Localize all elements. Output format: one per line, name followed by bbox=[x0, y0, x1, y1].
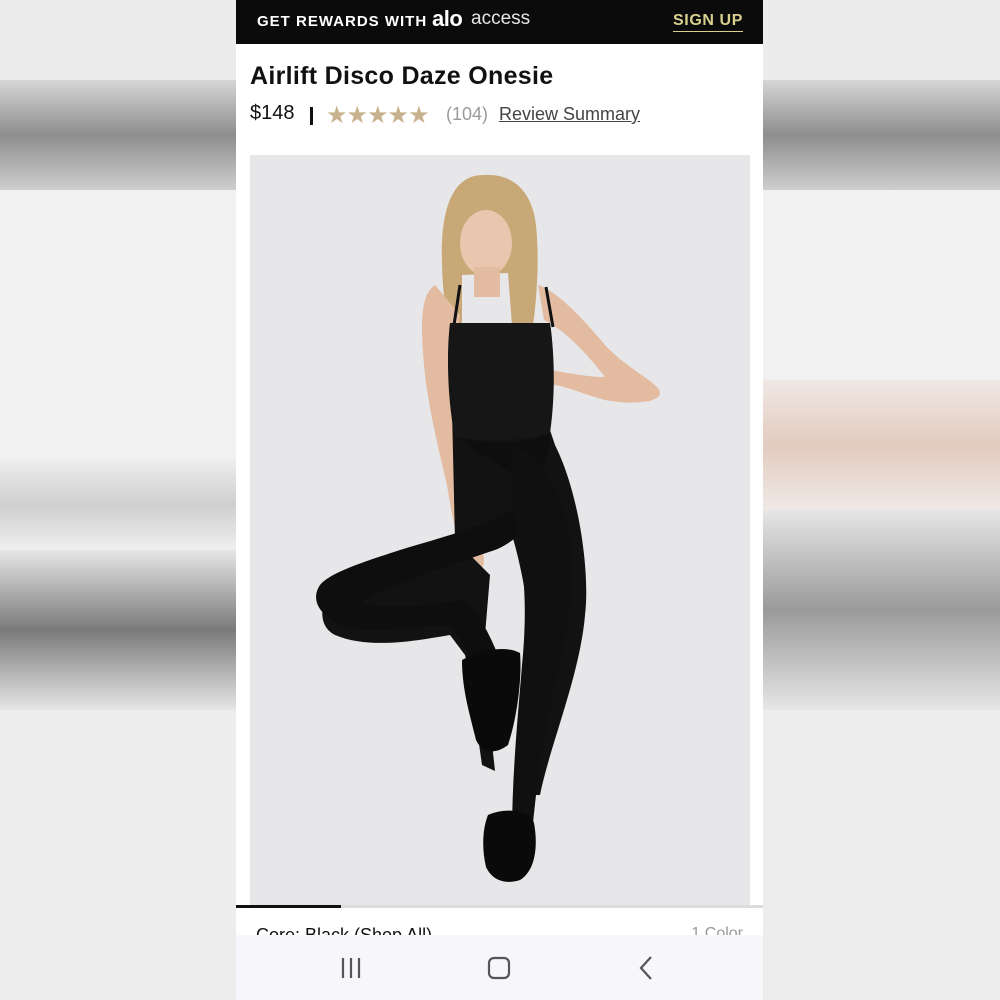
blurred-backdrop-left bbox=[0, 0, 236, 1000]
model-image bbox=[250, 155, 750, 906]
rewards-text: GET REWARDS WITH bbox=[257, 13, 428, 30]
blurred-backdrop-right bbox=[763, 0, 1000, 1000]
product-image[interactable] bbox=[250, 155, 750, 906]
alo-logo: alo bbox=[432, 6, 463, 31]
back-icon[interactable] bbox=[627, 953, 667, 983]
price-rating-row: $148 ★★★★★ (104) Review Summary bbox=[250, 102, 750, 130]
rating-stars-icon[interactable]: ★★★★★ bbox=[326, 101, 430, 130]
sign-up-link[interactable]: SIGN UP bbox=[673, 12, 743, 32]
recent-apps-icon[interactable] bbox=[331, 953, 371, 983]
android-nav-bar bbox=[236, 935, 763, 1000]
product-title: Airlift Disco Daze Onesie bbox=[250, 62, 554, 90]
review-summary-link[interactable]: Review Summary bbox=[499, 104, 640, 125]
access-logo: access bbox=[471, 8, 531, 29]
carousel-progress bbox=[236, 905, 763, 908]
rewards-banner[interactable]: GET REWARDS WITH alo access SIGN UP bbox=[236, 0, 763, 44]
home-icon[interactable] bbox=[479, 953, 519, 983]
carousel-progress-fill bbox=[236, 905, 342, 908]
review-count[interactable]: (104) bbox=[446, 104, 488, 125]
product-price: $148 bbox=[250, 102, 295, 124]
divider bbox=[310, 107, 313, 125]
phone-screen: GET REWARDS WITH alo access SIGN UP Airl… bbox=[236, 0, 763, 1000]
